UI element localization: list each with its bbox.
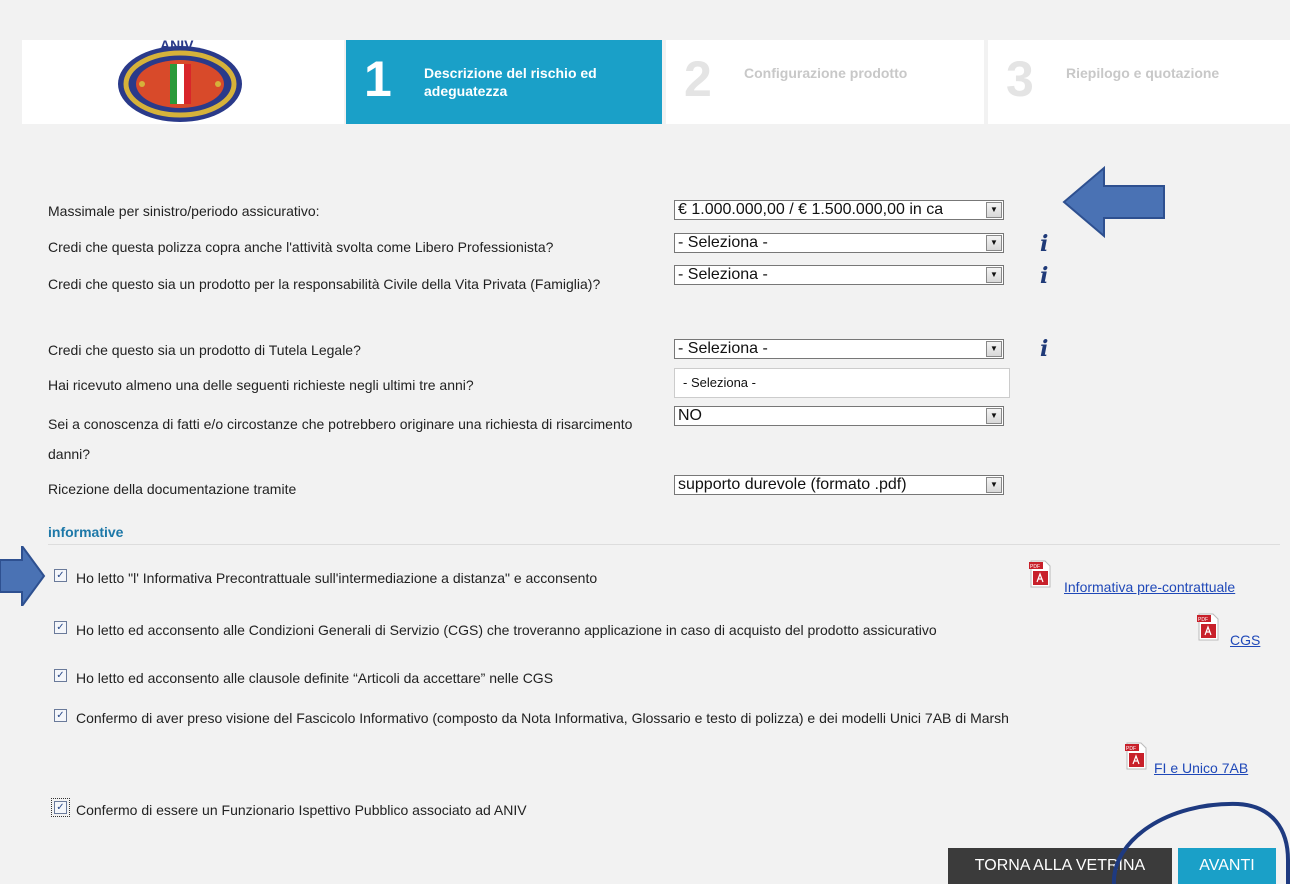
step-1-label: Descrizione del rischio ed adeguatezza [424,65,597,99]
checkbox-funzionario[interactable]: ✓ [51,798,70,817]
richieste-multiselect[interactable]: - Seleziona - [674,368,1010,398]
pdf-badge: PDF [1030,564,1040,570]
pdf-badge: PDF [1198,617,1208,623]
step-3-number: 3 [1006,51,1034,107]
step-2: 2 Configurazione prodotto [666,40,984,124]
circostanze-value: NO [678,407,702,424]
chevron-down-icon[interactable]: ▼ [986,235,1002,251]
info-icon[interactable]: i [1040,233,1048,255]
massimale-select[interactable]: € 1.000.000,00 / € 1.500.000,00 in ca ▼ [674,200,1004,220]
step-1: 1 Descrizione del rischio ed adeguatezza [346,40,662,124]
step-1-number: 1 [364,51,392,107]
chevron-down-icon[interactable]: ▼ [986,477,1002,493]
chevron-down-icon[interactable]: ▼ [986,408,1002,424]
massimale-label: Massimale per sinistro/periodo assicurat… [48,203,320,219]
logo-text: ANIV [160,40,194,53]
step-2-number: 2 [684,51,712,107]
tutela-legale-value: - Seleziona - [678,340,768,357]
ricezione-value: supporto durevole (formato .pdf) [678,476,907,493]
checkbox-cgs[interactable]: ✓ [54,621,67,634]
circostanze-label: Sei a conoscenza di fatti e/o circostanz… [48,416,633,462]
checkbox-fascicolo[interactable]: ✓ [54,709,67,722]
chevron-down-icon[interactable]: ▼ [986,341,1002,357]
cgs-text: Ho letto ed acconsento alle Condizioni G… [76,622,937,638]
vita-privata-select[interactable]: - Seleziona - ▼ [674,265,1004,285]
step-3-label: Riepilogo e quotazione [1066,65,1220,81]
vita-privata-label: Credi che questo sia un prodotto per la … [48,276,601,292]
precontrattuale-doc[interactable]: PDF Informativa pre-contrattuale [1028,560,1270,600]
tutela-legale-label: Credi che questo sia un prodotto di Tute… [48,342,361,358]
richieste-label: Hai ricevuto almeno una delle seguenti r… [48,377,474,393]
checkbox-articoli[interactable]: ✓ [54,669,67,682]
cgs-doc[interactable]: PDF CGS [1196,613,1270,653]
cgs-link[interactable]: CGS [1230,632,1260,648]
articoli-text: Ho letto ed acconsento alle clausole def… [76,670,554,686]
section-divider [48,544,1280,545]
annotation-circle-icon [1111,801,1290,884]
chevron-down-icon[interactable]: ▼ [986,202,1002,218]
informativa-precontrattuale-link[interactable]: Informativa pre-contrattuale [1064,579,1235,595]
step-3: 3 Riepilogo e quotazione [988,40,1290,124]
vita-privata-value: - Seleziona - [678,266,768,283]
pdf-icon: PDF [1197,613,1219,641]
step-2-label: Configurazione prodotto [744,65,908,81]
pdf-badge: PDF [1126,746,1136,752]
chevron-down-icon[interactable]: ▼ [986,267,1002,283]
annotation-arrow-right-icon [0,546,46,606]
ricezione-select[interactable]: supporto durevole (formato .pdf) ▼ [674,475,1004,495]
info-icon[interactable]: i [1040,338,1048,360]
pdf-icon: PDF [1125,742,1147,770]
pdf-icon: PDF [1029,560,1051,588]
wizard-stepper: ANIV 1 Descrizione del rischio ed adegua… [22,40,1290,124]
fi-doc[interactable]: PDF FI e Unico 7AB [1124,742,1272,782]
funzionario-text: Confermo di essere un Funzionario Ispett… [76,802,527,818]
fascicolo-text: Confermo di aver preso visione del Fasci… [76,710,1009,726]
libero-prof-label: Credi che questa polizza copra anche l'a… [48,239,554,255]
precontrattuale-text: Ho letto "l' Informativa Precontrattuale… [76,570,598,586]
annotation-arrow-left-icon [1062,165,1165,239]
circostanze-select[interactable]: NO ▼ [674,406,1004,426]
massimale-value: € 1.000.000,00 / € 1.500.000,00 in ca [678,201,944,218]
libero-prof-select[interactable]: - Seleziona - ▼ [674,233,1004,253]
fi-unico-link[interactable]: FI e Unico 7AB [1154,760,1248,776]
libero-prof-value: - Seleziona - [678,234,768,251]
ricezione-label: Ricezione della documentazione tramite [48,481,297,497]
checkbox-precontrattuale[interactable]: ✓ [54,569,67,582]
logo-cell: ANIV [22,40,344,124]
info-icon[interactable]: i [1040,265,1048,287]
informative-title: informative [48,524,124,540]
aniv-logo: ANIV [118,40,242,122]
tutela-legale-select[interactable]: - Seleziona - ▼ [674,339,1004,359]
